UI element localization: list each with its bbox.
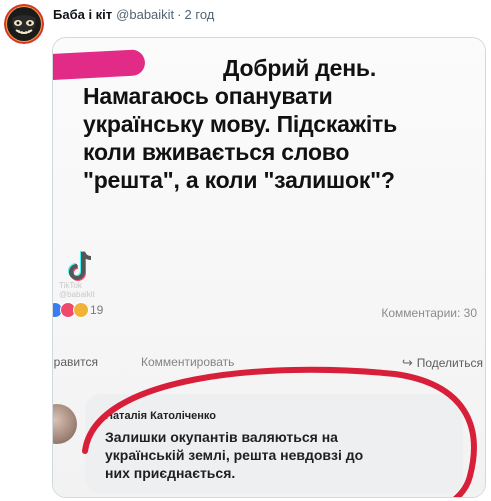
- black-cat-avatar-icon: [4, 4, 44, 44]
- share-action-label: Поделиться: [416, 356, 483, 370]
- question-line: "решта", а коли "залишок"?: [83, 167, 395, 193]
- reactions-summary: 19: [53, 302, 103, 318]
- screenshot-image: Добрий день. Намагаюсь опанувати українс…: [53, 38, 485, 497]
- author-name[interactable]: Баба і кіт: [53, 7, 112, 22]
- commenter-name: Наталія Католіченко: [105, 410, 217, 422]
- post-actions-bar: Нравится Комментировать ↪ Поделиться: [53, 351, 485, 375]
- comment-line: них приєднається.: [105, 465, 236, 481]
- question-line: українську мову. Підскажіть: [83, 111, 398, 137]
- question-line: Намагаюсь опанувати: [83, 83, 333, 109]
- tweet-header: Баба і кіт @babaikit · 2 год: [53, 7, 214, 22]
- tweet: Баба і кіт @babaikit · 2 год Добрий день…: [0, 0, 491, 501]
- reactions-count: 19: [90, 303, 104, 317]
- tiktok-watermark-brand: TikTok: [59, 281, 82, 290]
- author-handle[interactable]: @babaikit: [116, 7, 174, 22]
- question-line: Добрий день.: [223, 55, 377, 81]
- tweet-media[interactable]: Добрий день. Намагаюсь опанувати українс…: [52, 37, 486, 498]
- comment-action: Комментировать: [141, 355, 235, 369]
- tweet-time[interactable]: 2 год: [185, 7, 215, 22]
- author-avatar[interactable]: [4, 4, 44, 44]
- reaction-icons: [53, 302, 89, 318]
- comment-line: українській землі, решта невдовзі до: [105, 447, 364, 463]
- comment-text: Залишки окупантів валяються на українськ…: [105, 428, 435, 482]
- tiktok-logo-icon: [68, 251, 92, 281]
- haha-reaction-icon: [73, 302, 89, 318]
- comment-line: Залишки окупантів валяються на: [105, 429, 338, 445]
- comments-count: Комментарии: 30: [381, 306, 477, 320]
- question-text: Добрий день. Намагаюсь опанувати українс…: [83, 54, 483, 194]
- header-separator: ·: [177, 7, 182, 22]
- tiktok-watermark-handle: @babaikit: [59, 290, 95, 299]
- commenter-avatar: [53, 404, 77, 444]
- share-arrow-icon: ↪: [401, 355, 413, 370]
- like-action: Нравится: [53, 355, 98, 369]
- highlighted-comment: Наталія Католіченко Залишки окупантів ва…: [53, 388, 485, 497]
- share-action: ↪ Поделиться: [402, 355, 483, 371]
- question-line: коли вживається слово: [83, 139, 350, 165]
- tiktok-watermark: TikTok @babaikit: [59, 281, 95, 299]
